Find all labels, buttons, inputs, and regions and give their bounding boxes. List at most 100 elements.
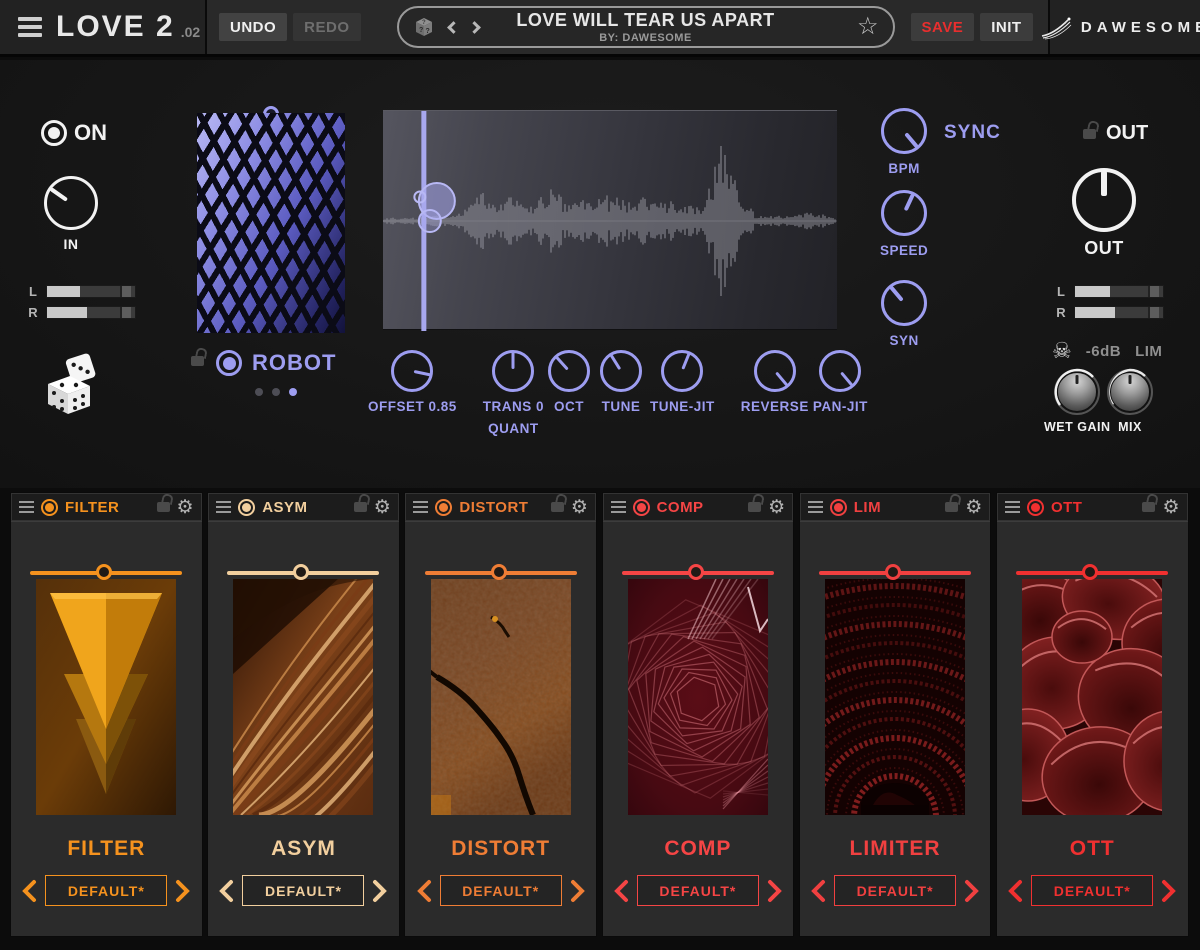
module-menu-icon[interactable]	[413, 501, 428, 514]
knob-label: IN	[64, 236, 79, 252]
module-menu-icon[interactable]	[19, 501, 34, 514]
offset-knob[interactable]	[391, 350, 433, 392]
robot-page-dot[interactable]	[272, 388, 280, 396]
random-preset-dice-icon[interactable]: ? ? ?	[413, 16, 435, 38]
module-prev-preset-icon[interactable]	[416, 879, 432, 903]
module-gear-icon[interactable]: ⚙	[768, 498, 785, 517]
module-next-preset-icon[interactable]	[1161, 879, 1177, 903]
db-readout: -6dB	[1086, 343, 1121, 360]
meter-channel-label: L	[1056, 284, 1066, 299]
module-prev-preset-icon[interactable]	[810, 879, 826, 903]
module-next-preset-icon[interactable]	[570, 879, 586, 903]
speed-knob[interactable]	[881, 190, 927, 236]
module-preset-box[interactable]: DEFAULT*	[1031, 875, 1153, 906]
skull-icon[interactable]: ☠	[1052, 340, 1072, 362]
prev-preset-icon[interactable]	[447, 21, 460, 34]
module-lock-icon[interactable]	[551, 502, 564, 512]
robot-page-dot[interactable]	[289, 388, 297, 396]
sync-label: SYNC	[944, 122, 1001, 144]
module-slider-handle[interactable]	[96, 564, 112, 580]
module-lock-icon[interactable]	[748, 502, 761, 512]
undo-button[interactable]: UNDO	[219, 13, 287, 41]
mix-knob[interactable]: MIX	[1110, 372, 1150, 434]
lim-label[interactable]: LIM	[1135, 343, 1162, 360]
in-knob[interactable]	[44, 176, 98, 230]
module-next-preset-icon[interactable]	[964, 879, 980, 903]
meter-channel-label: R	[1056, 305, 1066, 320]
module-menu-icon[interactable]	[808, 501, 823, 514]
module-lock-icon[interactable]	[354, 502, 367, 512]
module-menu-icon[interactable]	[1005, 501, 1020, 514]
module-preset-box[interactable]: DEFAULT*	[834, 875, 956, 906]
module-macro-slider[interactable]	[30, 564, 182, 580]
module-slider-handle[interactable]	[293, 564, 309, 580]
module-slider-handle[interactable]	[1082, 564, 1098, 580]
tune-jit-knob[interactable]	[661, 350, 703, 392]
bpm-knob[interactable]	[881, 108, 927, 154]
module-prev-preset-icon[interactable]	[21, 879, 37, 903]
module-gear-icon[interactable]: ⚙	[571, 498, 588, 517]
module-preset-box[interactable]: DEFAULT*	[637, 875, 759, 906]
module-power-led[interactable]	[435, 499, 452, 516]
module-macro-slider[interactable]	[227, 564, 379, 580]
brand-section: DAWESOME	[1050, 0, 1200, 54]
module-gear-icon[interactable]: ⚙	[374, 498, 391, 517]
module-lock-icon[interactable]	[1142, 502, 1155, 512]
module-preset-value: DEFAULT*	[462, 883, 539, 899]
module-macro-slider[interactable]	[819, 564, 971, 580]
pan-jit-knob[interactable]	[819, 350, 861, 392]
module-preset-box[interactable]: DEFAULT*	[45, 875, 167, 906]
module-gear-icon[interactable]: ⚙	[1162, 498, 1179, 517]
module-slider-handle[interactable]	[491, 564, 507, 580]
module-next-preset-icon[interactable]	[372, 879, 388, 903]
save-button[interactable]: SAVE	[911, 13, 975, 41]
module-gear-icon[interactable]: ⚙	[177, 498, 194, 517]
syn-knob[interactable]	[881, 280, 927, 326]
robot-lock-icon[interactable]	[191, 356, 204, 366]
oct-knob[interactable]	[548, 350, 590, 392]
trans-knob[interactable]	[492, 350, 534, 392]
out-lock-icon[interactable]	[1083, 129, 1096, 139]
module-macro-slider[interactable]	[425, 564, 577, 580]
logo-section: LOVE 2 .02	[0, 0, 207, 54]
module-lock-icon[interactable]	[945, 502, 958, 512]
module-prev-preset-icon[interactable]	[1007, 879, 1023, 903]
waveform-display[interactable]	[383, 110, 837, 330]
module-power-led[interactable]	[238, 499, 255, 516]
module-slider-handle[interactable]	[688, 564, 704, 580]
meter-channel-label: L	[28, 284, 38, 299]
redo-button[interactable]: REDO	[293, 13, 360, 41]
tune-knob[interactable]	[600, 350, 642, 392]
wet-gain-knob[interactable]: WET GAIN	[1044, 372, 1111, 434]
module-preset-box[interactable]: DEFAULT*	[242, 875, 364, 906]
out-knob[interactable]	[1072, 168, 1136, 232]
randomize-dice-icon[interactable]	[40, 352, 102, 416]
svg-text:?: ?	[425, 28, 429, 35]
module-macro-slider[interactable]	[622, 564, 774, 580]
next-preset-icon[interactable]	[468, 21, 481, 34]
module-lock-icon[interactable]	[157, 502, 170, 512]
module-prev-preset-icon[interactable]	[613, 879, 629, 903]
module-slider-handle[interactable]	[885, 564, 901, 580]
module-next-preset-icon[interactable]	[175, 879, 191, 903]
module-power-led[interactable]	[633, 499, 650, 516]
module-power-led[interactable]	[830, 499, 847, 516]
module-next-preset-icon[interactable]	[767, 879, 783, 903]
power-toggle[interactable]: ON	[41, 120, 107, 146]
menu-icon[interactable]	[18, 17, 42, 37]
robot-page-dot[interactable]	[255, 388, 263, 396]
module-gear-icon[interactable]: ⚙	[965, 498, 982, 517]
robot-toggle[interactable]: ROBOT	[216, 350, 336, 376]
init-button[interactable]: INIT	[980, 13, 1032, 41]
module-menu-icon[interactable]	[611, 501, 626, 514]
module-power-led[interactable]	[1027, 499, 1044, 516]
reverse-knob[interactable]	[754, 350, 796, 392]
module-preset-box[interactable]: DEFAULT*	[440, 875, 562, 906]
preset-browser[interactable]: ? ? ? LOVE WILL TEAR US APART BY: DAWESO…	[397, 6, 895, 48]
module-menu-icon[interactable]	[216, 501, 231, 514]
module-macro-slider[interactable]	[1016, 564, 1168, 580]
module-prev-preset-icon[interactable]	[218, 879, 234, 903]
module-power-led[interactable]	[41, 499, 58, 516]
wet-gain-label: WET GAIN	[1044, 420, 1111, 434]
favorite-star-icon[interactable]: ☆	[857, 15, 879, 39]
